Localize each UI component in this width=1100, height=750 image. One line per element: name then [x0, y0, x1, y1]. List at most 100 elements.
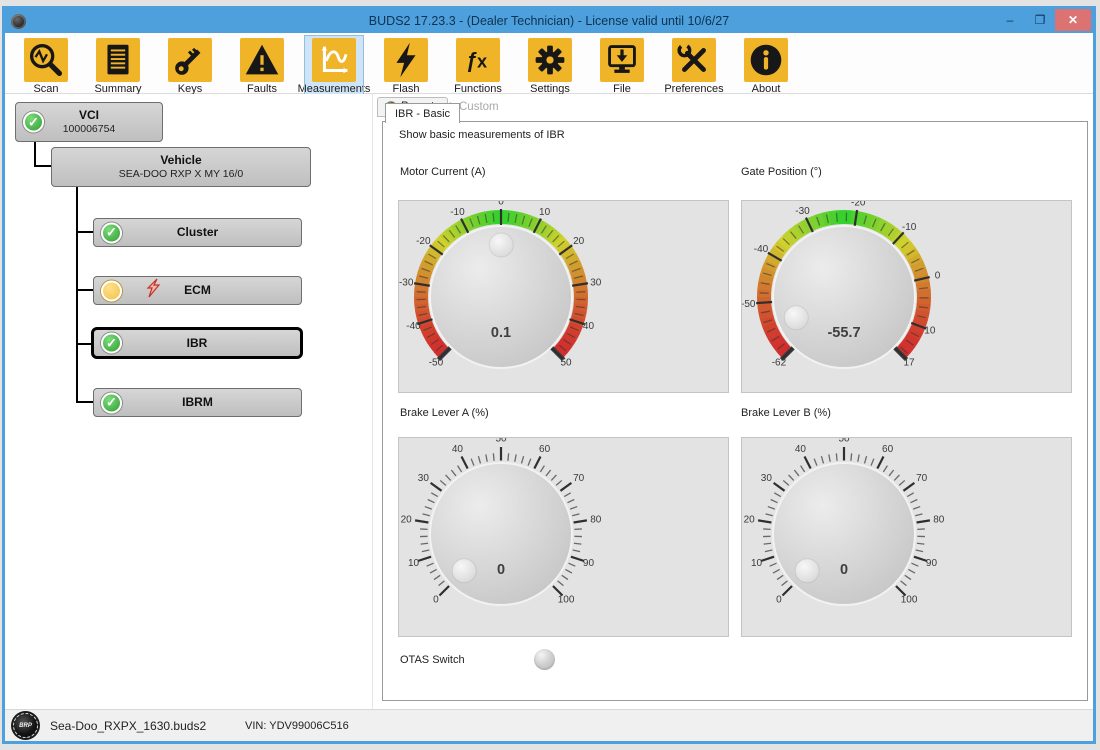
toolbar-about[interactable]: About: [737, 36, 795, 96]
toolbar-measurements[interactable]: Measurements: [305, 36, 363, 96]
svg-text:20: 20: [401, 514, 413, 525]
svg-text:-50: -50: [429, 358, 444, 369]
svg-text:0: 0: [497, 562, 505, 578]
svg-text:70: 70: [573, 473, 585, 484]
preferences-icon: [672, 38, 716, 82]
status-bar: BRP Sea-Doo_RXPX_1630.buds2 VIN: YDV9900…: [5, 709, 1093, 741]
toolbar-faults[interactable]: Faults: [233, 36, 291, 96]
svg-text:20: 20: [744, 514, 756, 525]
tree-connector: [76, 187, 78, 403]
keys-icon: [168, 38, 212, 82]
svg-text:40: 40: [583, 321, 595, 332]
module-label: ECM: [184, 283, 211, 298]
toolbar-file[interactable]: File: [593, 36, 651, 96]
status-ok-icon: ✓: [101, 222, 122, 243]
tree-node-vehicle[interactable]: VehicleSEA-DOO RXP X MY 16/0: [51, 147, 311, 187]
close-button[interactable]: ✕: [1055, 9, 1091, 31]
status-ok-icon: ✓: [23, 112, 44, 133]
tree-node-ibrm[interactable]: ✓ IBRM: [93, 388, 302, 417]
status-ok-icon: ✓: [101, 392, 122, 413]
toolbar-scan[interactable]: Scan: [17, 36, 75, 96]
svg-text:60: 60: [882, 444, 894, 455]
svg-text:0: 0: [498, 201, 504, 208]
svg-text:-10: -10: [450, 207, 465, 218]
vci-title: VCI: [63, 108, 116, 123]
toolbar-preferences[interactable]: Preferences: [665, 36, 723, 96]
toolbar-keys[interactable]: Keys: [161, 36, 219, 96]
tree-node-cluster[interactable]: ✓ Cluster: [93, 218, 302, 247]
vin-label: VIN: YDV99006C516: [245, 720, 349, 732]
svg-text:-50: -50: [742, 299, 756, 310]
tree-node-vci[interactable]: ✓ VCI100006754: [15, 102, 163, 142]
ibr-basic-panel: IBR - Basic Show basic measurements of I…: [382, 121, 1088, 701]
svg-text:-10: -10: [902, 222, 917, 233]
toolbar-functions[interactable]: ƒx Functions: [449, 36, 507, 96]
toolbar-settings[interactable]: Settings: [521, 36, 579, 96]
brake-lever-b-gauge: 01020304050607080901000: [741, 437, 1072, 637]
svg-text:50: 50: [838, 438, 850, 445]
module-label: Cluster: [177, 225, 218, 240]
svg-text:0: 0: [935, 271, 941, 282]
tree-connector: [34, 142, 36, 167]
svg-text:-20: -20: [416, 236, 431, 247]
svg-text:-55.7: -55.7: [827, 325, 860, 341]
settings-icon: [528, 38, 572, 82]
maximize-button[interactable]: ❐: [1025, 9, 1055, 31]
window-title: BUDS2 17.23.3 - (Dealer Technician) - Li…: [5, 14, 1093, 28]
summary-icon: [96, 38, 140, 82]
gauge-label-brake-lever-a: Brake Lever A (%): [400, 407, 489, 419]
gauge-label-motor-current: Motor Current (A): [400, 166, 486, 178]
svg-text:50: 50: [560, 358, 572, 369]
svg-text:40: 40: [795, 444, 807, 455]
status-warning-icon: [101, 280, 122, 301]
motor-current-gauge: -50-40-30-20-10010203040500.1: [398, 200, 729, 393]
svg-text:17: 17: [903, 358, 915, 369]
svg-text:0.1: 0.1: [491, 325, 511, 341]
otas-switch-label: OTAS Switch: [400, 654, 465, 666]
fault-lightning-icon: [146, 278, 161, 304]
tree-connector: [76, 343, 91, 345]
svg-text:x: x: [477, 52, 487, 72]
toolbar-flash[interactable]: Flash: [377, 36, 435, 96]
svg-text:0: 0: [776, 595, 782, 606]
tree-node-ecm[interactable]: ECM: [93, 276, 302, 305]
svg-text:90: 90: [926, 558, 938, 569]
flash-icon: [384, 38, 428, 82]
toolbar-summary[interactable]: Summary: [89, 36, 147, 96]
app-window: BUDS2 17.23.3 - (Dealer Technician) - Li…: [2, 6, 1096, 744]
tree-connector: [76, 231, 93, 233]
measurements-icon: [312, 38, 356, 82]
svg-text:10: 10: [924, 326, 936, 337]
svg-text:80: 80: [590, 514, 602, 525]
svg-text:-20: -20: [851, 201, 866, 209]
svg-text:70: 70: [916, 473, 928, 484]
about-icon: [744, 38, 788, 82]
vehicle-model: SEA-DOO RXP X MY 16/0: [119, 168, 244, 181]
brp-logo-icon: BRP: [13, 713, 38, 738]
vci-serial: 100006754: [63, 123, 116, 136]
title-bar: BUDS2 17.23.3 - (Dealer Technician) - Li…: [5, 9, 1093, 33]
svg-text:0: 0: [840, 562, 848, 578]
panel-description: Show basic measurements of IBR: [399, 129, 565, 141]
svg-text:-40: -40: [754, 244, 769, 255]
svg-text:80: 80: [933, 514, 945, 525]
svg-text:60: 60: [539, 444, 551, 455]
gauge-label-brake-lever-b: Brake Lever B (%): [741, 407, 831, 419]
faults-icon: [240, 38, 284, 82]
tree-node-ibr[interactable]: ✓ IBR: [91, 327, 303, 359]
gate-position-gauge: -62-50-40-30-20-1001017-55.7: [741, 200, 1072, 393]
tab-custom-label: Custom: [459, 101, 499, 113]
tree-connector: [34, 165, 52, 167]
otas-switch-indicator: [534, 649, 555, 670]
svg-text:10: 10: [539, 207, 551, 218]
minimize-button[interactable]: –: [995, 9, 1025, 31]
svg-text:10: 10: [751, 558, 763, 569]
scan-icon: [24, 38, 68, 82]
svg-text:-30: -30: [795, 206, 810, 217]
toolbar: Scan Summary Keys Faults Measurements: [5, 33, 1093, 94]
tab-ibr-basic[interactable]: IBR - Basic: [385, 103, 460, 123]
status-ok-icon: ✓: [101, 333, 122, 354]
svg-text:30: 30: [590, 277, 602, 288]
svg-text:20: 20: [573, 236, 585, 247]
svg-text:10: 10: [408, 558, 420, 569]
